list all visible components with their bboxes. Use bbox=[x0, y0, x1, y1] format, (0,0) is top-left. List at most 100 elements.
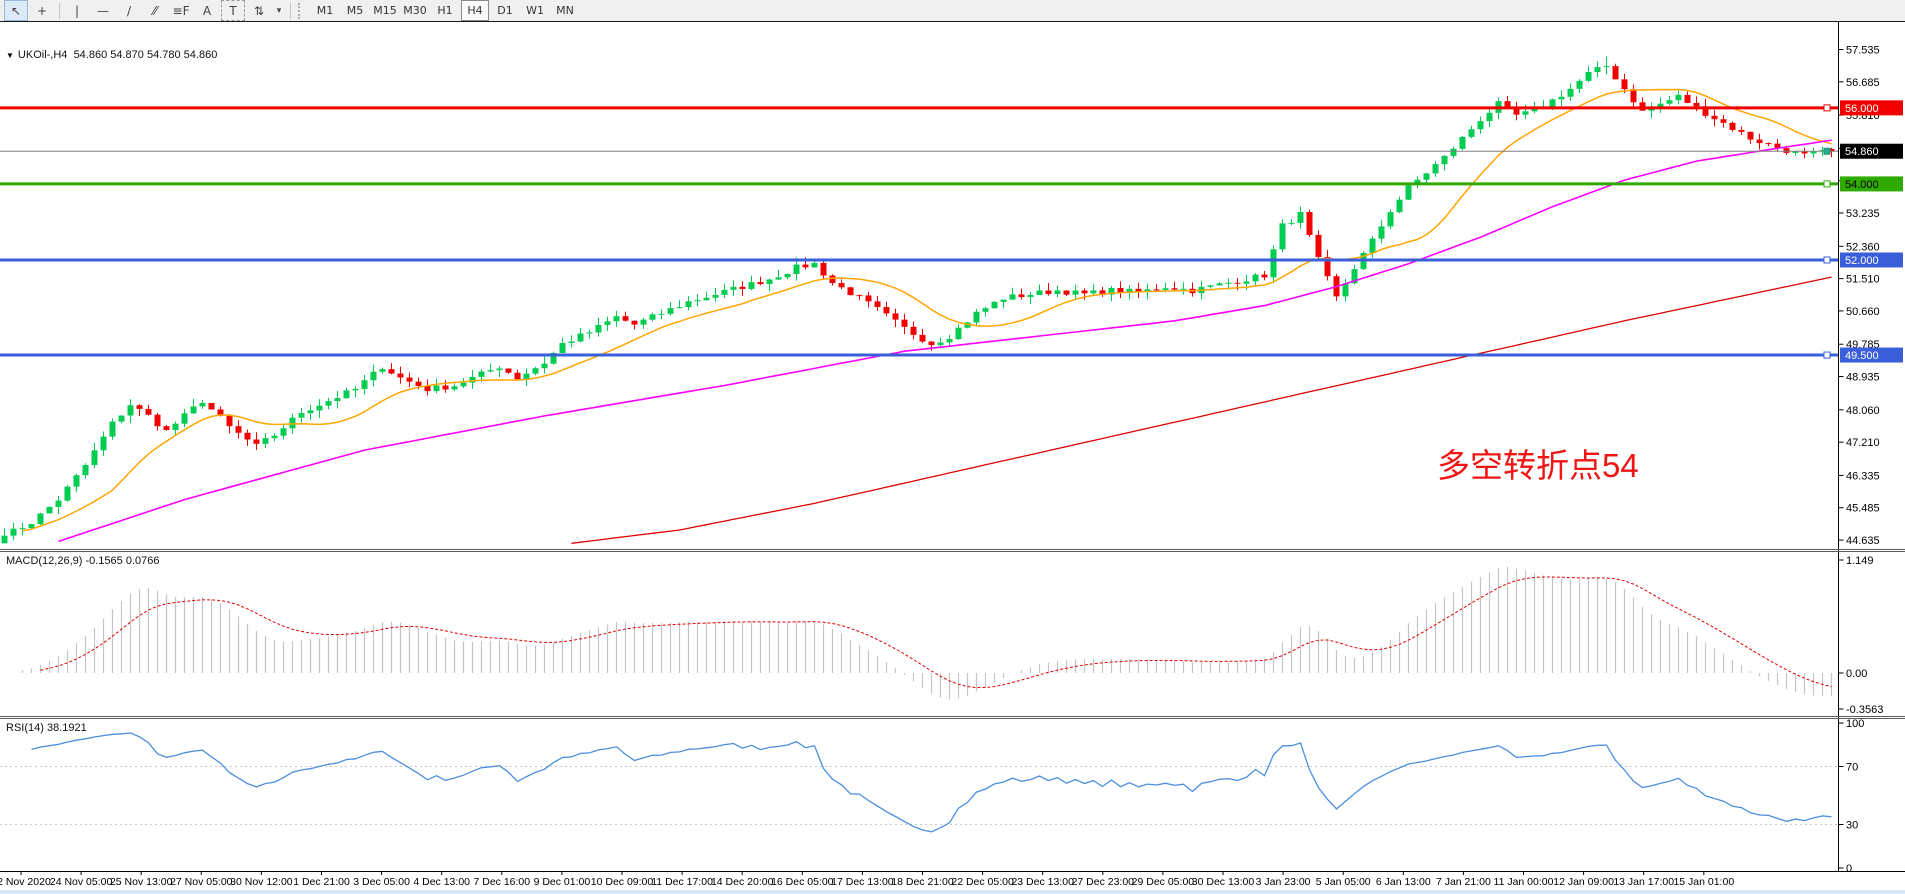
svg-text:52.000: 52.000 bbox=[1845, 255, 1879, 267]
svg-text:30 Dec 13:00: 30 Dec 13:00 bbox=[1192, 876, 1255, 888]
timeframe-d1-button[interactable]: D1 bbox=[491, 0, 519, 21]
rsi-axis: 10070300 bbox=[1839, 718, 1865, 875]
symbol-name: UKOil-,H4 bbox=[18, 49, 68, 61]
toolbar-separator bbox=[59, 3, 60, 19]
timeframe-m15-button[interactable]: M15 bbox=[371, 0, 399, 21]
timeframe-w1-button[interactable]: W1 bbox=[521, 0, 549, 21]
svg-text:15 Jan 01:00: 15 Jan 01:00 bbox=[1673, 876, 1734, 888]
svg-text:11 Dec 17:00: 11 Dec 17:00 bbox=[651, 876, 713, 888]
svg-text:56.000: 56.000 bbox=[1845, 103, 1879, 115]
window-bottom-edge bbox=[0, 890, 1905, 894]
timeframe-h1-button[interactable]: H1 bbox=[431, 0, 459, 21]
svg-text:-0.3563: -0.3563 bbox=[1846, 704, 1883, 716]
macd-pane-label: MACD(12,26,9) -0.1565 0.0766 bbox=[6, 555, 159, 567]
svg-text:70: 70 bbox=[1846, 762, 1858, 774]
timeframe-h4-button[interactable]: H4 bbox=[461, 0, 489, 21]
chart-symbol-title[interactable]: ▼ UKOil-,H4 54.860 54.870 54.780 54.860 bbox=[6, 49, 217, 61]
svg-text:56.685: 56.685 bbox=[1846, 77, 1880, 89]
svg-text:27 Nov 05:00: 27 Nov 05:00 bbox=[170, 876, 233, 888]
svg-text:22 Nov 2020: 22 Nov 2020 bbox=[0, 876, 51, 888]
svg-text:54.860: 54.860 bbox=[1845, 146, 1879, 158]
level-line-49.500[interactable] bbox=[0, 352, 1838, 358]
current-price-line bbox=[0, 148, 1838, 154]
text-icon[interactable]: A bbox=[195, 0, 219, 21]
svg-text:47.210: 47.210 bbox=[1846, 437, 1880, 449]
svg-text:10 Dec 09:00: 10 Dec 09:00 bbox=[591, 876, 654, 888]
svg-text:44.635: 44.635 bbox=[1846, 535, 1880, 547]
svg-text:45.485: 45.485 bbox=[1846, 503, 1880, 515]
svg-text:1.149: 1.149 bbox=[1846, 555, 1874, 567]
svg-text:48.935: 48.935 bbox=[1846, 372, 1880, 384]
rsi-line bbox=[32, 733, 1832, 832]
current-price-badge: 54.860 bbox=[1840, 144, 1903, 159]
svg-text:1 Dec 21:00: 1 Dec 21:00 bbox=[293, 876, 350, 888]
cursor-icon[interactable]: ↖ bbox=[4, 0, 28, 21]
horizontal-line-icon[interactable]: — bbox=[91, 0, 115, 21]
svg-text:57.535: 57.535 bbox=[1846, 44, 1880, 56]
svg-text:4 Dec 13:00: 4 Dec 13:00 bbox=[413, 876, 470, 888]
svg-text:14 Dec 20:00: 14 Dec 20:00 bbox=[711, 876, 774, 888]
svg-text:12 Jan 09:00: 12 Jan 09:00 bbox=[1553, 876, 1614, 888]
svg-text:30: 30 bbox=[1846, 820, 1858, 832]
svg-text:52.360: 52.360 bbox=[1846, 241, 1880, 253]
svg-text:18 Dec 21:00: 18 Dec 21:00 bbox=[891, 876, 954, 888]
trendline-icon[interactable]: / bbox=[117, 0, 141, 21]
terminal-window: ↖+ |—/⁄⁄≡FAT⇅▾ M1M5M15M30H1H4D1W1MN 57.535… bbox=[0, 0, 1905, 894]
text-annotation[interactable]: 多空转折点54 bbox=[1437, 439, 1639, 487]
svg-text:6 Jan 13:00: 6 Jan 13:00 bbox=[1376, 876, 1431, 888]
timeframe-mn-button[interactable]: MN bbox=[551, 0, 579, 21]
svg-text:22 Dec 05:00: 22 Dec 05:00 bbox=[951, 876, 1014, 888]
svg-text:17 Dec 13:00: 17 Dec 13:00 bbox=[831, 876, 894, 888]
equidistant-channel-icon[interactable]: ⁄⁄ bbox=[143, 0, 167, 21]
svg-text:48.060: 48.060 bbox=[1846, 405, 1880, 417]
svg-text:25 Nov 13:00: 25 Nov 13:00 bbox=[110, 876, 173, 888]
svg-text:50.660: 50.660 bbox=[1846, 306, 1880, 318]
arrows-dropdown-icon[interactable]: ▾ bbox=[273, 0, 285, 21]
svg-text:23 Dec 13:00: 23 Dec 13:00 bbox=[1011, 876, 1074, 888]
arrows-icon[interactable]: ⇅ bbox=[247, 0, 271, 21]
svg-text:29 Dec 05:00: 29 Dec 05:00 bbox=[1132, 876, 1195, 888]
timeframe-m5-button[interactable]: M5 bbox=[341, 0, 369, 21]
timeframe-m30-button[interactable]: M30 bbox=[401, 0, 429, 21]
toolbar-grip[interactable] bbox=[298, 3, 305, 19]
svg-text:11 Jan 00:00: 11 Jan 00:00 bbox=[1494, 876, 1554, 888]
level-line-52.000[interactable] bbox=[0, 257, 1838, 263]
collapse-indicator-icon[interactable]: ▼ bbox=[6, 51, 14, 60]
toolbar-separator bbox=[290, 3, 291, 19]
fibonacci-retracement-icon[interactable]: ≡F bbox=[169, 0, 193, 21]
svg-text:46.335: 46.335 bbox=[1846, 470, 1880, 482]
vertical-line-icon[interactable]: | bbox=[65, 0, 89, 21]
svg-text:54.000: 54.000 bbox=[1845, 179, 1879, 191]
price-axis: 57.53556.68555.81054.93554.08553.23552.3… bbox=[1839, 44, 1880, 547]
svg-text:0.00: 0.00 bbox=[1846, 668, 1867, 680]
svg-text:53.235: 53.235 bbox=[1846, 208, 1880, 220]
timeframe-m1-button[interactable]: M1 bbox=[311, 0, 339, 21]
svg-text:49.500: 49.500 bbox=[1845, 350, 1879, 362]
svg-text:24 Nov 05:00: 24 Nov 05:00 bbox=[50, 876, 113, 888]
quote-ohlc: 54.860 54.870 54.780 54.860 bbox=[74, 49, 218, 61]
chart-canvas[interactable]: 57.53556.68555.81054.93554.08553.23552.3… bbox=[0, 22, 1905, 894]
level-badge-56.000: 56.000 bbox=[1840, 100, 1903, 115]
date-axis: 22 Nov 202024 Nov 05:0025 Nov 13:0027 No… bbox=[0, 872, 1734, 889]
level-badge-52.000: 52.000 bbox=[1840, 252, 1903, 267]
level-badge-49.500: 49.500 bbox=[1840, 348, 1903, 363]
svg-text:30 Nov 12:00: 30 Nov 12:00 bbox=[230, 876, 293, 888]
macd-signal-line bbox=[41, 577, 1832, 688]
text-label-icon[interactable]: T bbox=[221, 0, 245, 21]
rsi-levels bbox=[0, 767, 1838, 825]
level-line-54.000[interactable] bbox=[0, 181, 1838, 187]
svg-text:13 Jan 17:00: 13 Jan 17:00 bbox=[1613, 876, 1674, 888]
level-badge-54.000: 54.000 bbox=[1840, 176, 1903, 191]
rsi-pane-label: RSI(14) 38.1921 bbox=[6, 722, 87, 734]
level-line-56.000[interactable] bbox=[0, 105, 1838, 111]
svg-text:7 Jan 21:00: 7 Jan 21:00 bbox=[1436, 876, 1491, 888]
svg-text:27 Dec 23:00: 27 Dec 23:00 bbox=[1072, 876, 1135, 888]
svg-text:7 Dec 16:00: 7 Dec 16:00 bbox=[473, 876, 530, 888]
svg-text:51.510: 51.510 bbox=[1846, 274, 1880, 286]
macd-histogram bbox=[23, 567, 1832, 700]
crosshair-icon[interactable]: + bbox=[30, 0, 54, 21]
svg-text:9 Dec 01:00: 9 Dec 01:00 bbox=[534, 876, 591, 888]
macd-axis: 1.149 0.00 -0.3563 bbox=[1839, 555, 1884, 716]
svg-text:5 Jan 05:00: 5 Jan 05:00 bbox=[1316, 876, 1371, 888]
svg-text:16 Dec 05:00: 16 Dec 05:00 bbox=[771, 876, 834, 888]
